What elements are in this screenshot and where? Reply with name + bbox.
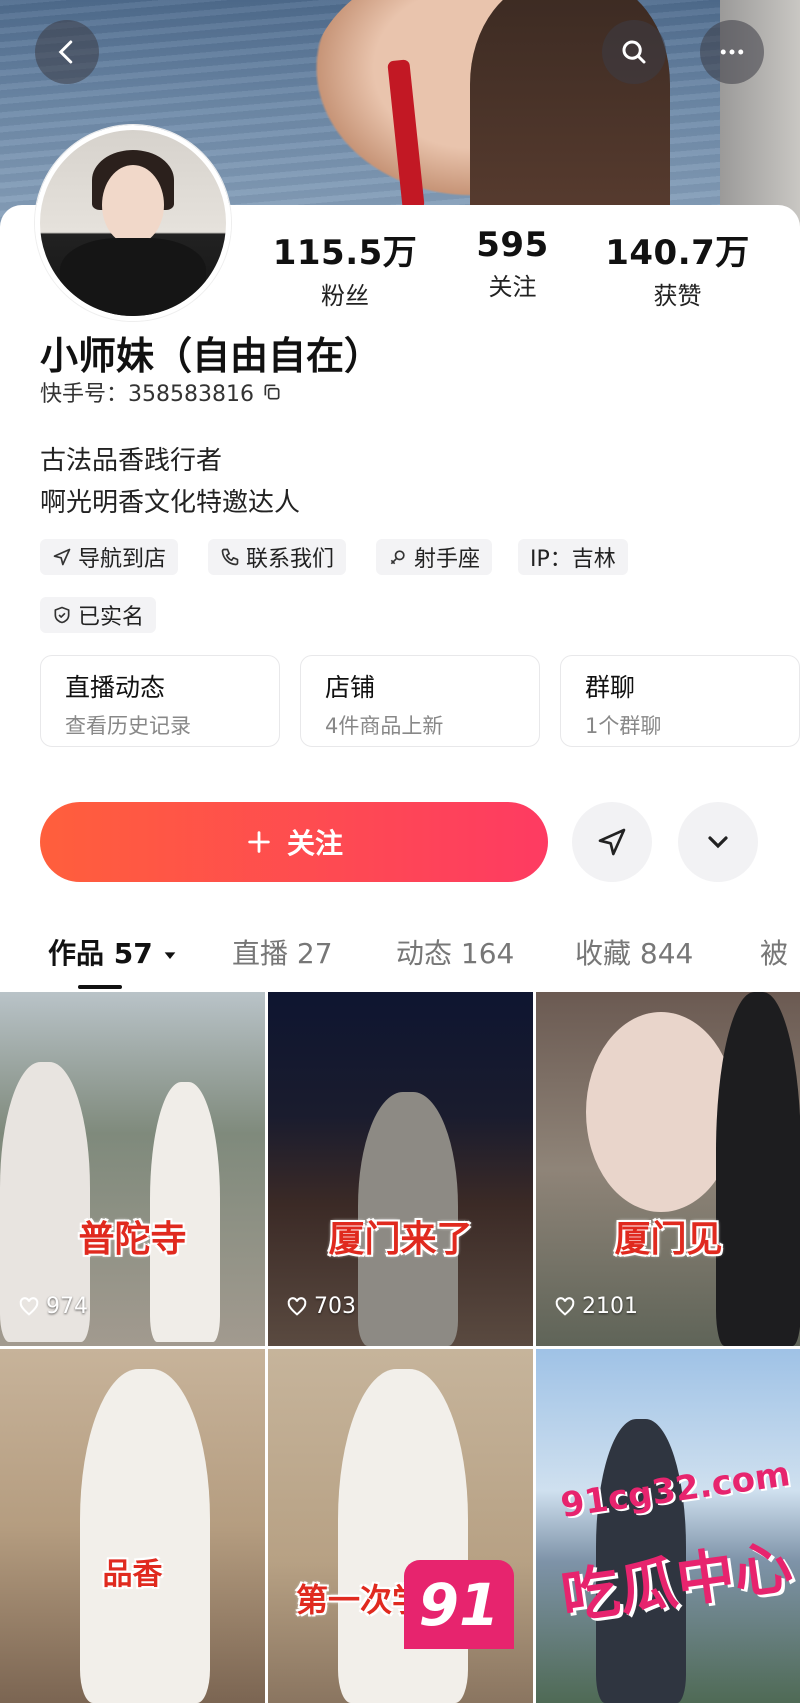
bio-line: 古法品香践行者 [40, 446, 223, 476]
tag-label: 联系我们 [246, 547, 335, 572]
tab-moments[interactable]: 动态 164 [396, 932, 514, 972]
tag-label: 已实名 [78, 605, 145, 630]
tag-label: 射手座 [414, 547, 481, 572]
video-thumbnail[interactable]: 品香 [0, 1349, 265, 1703]
expand-button[interactable] [678, 802, 758, 882]
video-caption: 普陀寺 [78, 1219, 187, 1260]
feature-subtitle: 查看历史记录 [65, 714, 191, 738]
share-button[interactable] [572, 802, 652, 882]
video-caption: 厦门来了 [328, 1219, 473, 1260]
video-likes: 974 [18, 1294, 88, 1319]
kuaishou-id-text: 快手号：358583816 [40, 382, 254, 407]
feature-title: 群聊 [585, 673, 636, 702]
video-thumbnail[interactable]: 第一次学 [268, 1349, 533, 1703]
tab-live[interactable]: 直播 27 [232, 932, 333, 972]
search-button[interactable] [602, 20, 666, 84]
likes-count: 703 [314, 1294, 356, 1319]
kuaishou-id: 快手号：358583816 [40, 376, 282, 408]
tab-label: 作品 57 [48, 937, 153, 970]
video-likes: 703 [286, 1294, 356, 1319]
more-icon [720, 49, 744, 55]
tag-zodiac[interactable]: 射手座 [376, 539, 493, 575]
tab-favorites[interactable]: 收藏 844 [575, 932, 693, 972]
stat-value: 140.7万 [605, 233, 750, 273]
more-button[interactable] [700, 20, 764, 84]
stat-label: 获赞 [653, 282, 702, 310]
likes-count: 974 [46, 1294, 88, 1319]
shield-check-icon [54, 606, 70, 624]
caret-down-icon [165, 952, 176, 959]
heart-icon [19, 1296, 39, 1316]
feature-title: 直播动态 [65, 673, 166, 702]
back-button[interactable] [35, 20, 99, 84]
heart-icon [555, 1296, 575, 1316]
video-thumbnail[interactable]: 普陀寺 974 [0, 992, 265, 1346]
video-likes: 2101 [554, 1294, 638, 1319]
profile-name: 小师妹（自由自在） [40, 334, 383, 378]
tag-ip: IP：吉林 [518, 539, 628, 575]
tab-works[interactable]: 作品 57 [48, 932, 178, 972]
phone-icon [221, 548, 239, 566]
avatar[interactable] [35, 125, 231, 321]
stat-label: 关注 [488, 273, 537, 301]
send-icon [598, 828, 626, 856]
stat-value: 595 [476, 225, 549, 265]
stat-value: 115.5万 [272, 233, 418, 273]
copy-icon[interactable] [262, 382, 282, 402]
video-caption: 品香 [102, 1557, 163, 1592]
likes-count: 2101 [582, 1294, 638, 1319]
feature-shop[interactable]: 店铺 4件商品上新 [300, 655, 540, 747]
stat-following[interactable]: 595 关注 [440, 225, 585, 302]
watermark-badge: 91 [404, 1560, 514, 1649]
video-thumbnail[interactable]: 厦门来了 703 [268, 992, 533, 1346]
tag-contact[interactable]: 联系我们 [208, 539, 347, 575]
stat-label: 粉丝 [321, 282, 369, 310]
tag-label: 导航到店 [78, 547, 167, 572]
chevron-left-icon [58, 40, 73, 64]
tag-navigate[interactable]: 导航到店 [40, 539, 179, 575]
stat-likes[interactable]: 140.7万 获赞 [600, 225, 755, 311]
tab-more[interactable]: 被 [760, 932, 788, 972]
follow-button[interactable]: 关注 [40, 802, 548, 882]
feature-live-history[interactable]: 直播动态 查看历史记录 [40, 655, 280, 747]
video-caption: 厦门见 [614, 1219, 723, 1260]
stat-followers[interactable]: 115.5万 粉丝 [270, 225, 420, 311]
plus-icon [248, 831, 270, 853]
tag-label: IP：吉林 [530, 547, 616, 572]
navigation-icon [53, 548, 71, 566]
video-thumbnail[interactable]: 厦门见 2101 [536, 992, 800, 1346]
heart-icon [287, 1296, 307, 1316]
tag-verified[interactable]: 已实名 [40, 597, 157, 633]
follow-label: 关注 [286, 827, 343, 860]
feature-group-chat[interactable]: 群聊 1个群聊 [560, 655, 800, 747]
feature-title: 店铺 [325, 673, 376, 702]
chevron-down-icon [708, 836, 728, 849]
feature-subtitle: 1个群聊 [585, 714, 662, 738]
search-icon [622, 40, 646, 64]
feature-subtitle: 4件商品上新 [325, 714, 444, 738]
zodiac-icon [390, 550, 405, 565]
bio-line: 啊光明香文化特邀达人 [40, 488, 301, 518]
tab-indicator [78, 985, 122, 989]
